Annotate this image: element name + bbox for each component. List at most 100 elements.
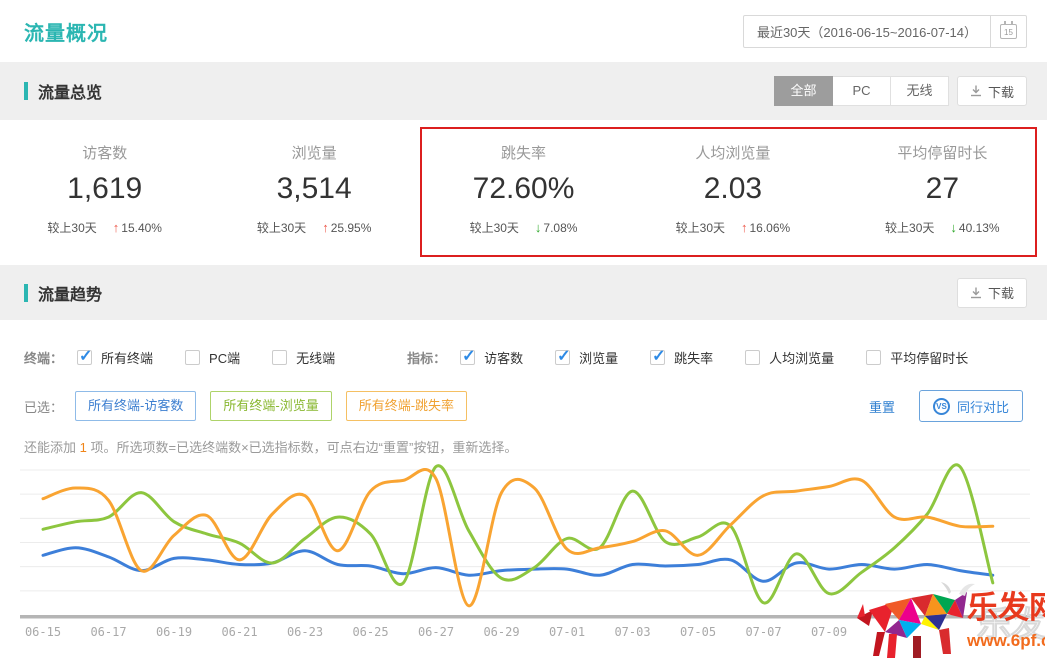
trend-line-chart: 06-15 06-17 06-19 06-21 06-23 06-25 06-27 06-29…: [20, 458, 1030, 658]
tab-wireless[interactable]: 无线: [889, 76, 949, 106]
stat-value: 1,619: [67, 172, 143, 205]
overview-section-title: 流量总览: [24, 79, 102, 103]
stat-label: 人均浏览量: [695, 145, 771, 162]
checkbox-icon[interactable]: [650, 346, 666, 366]
peer-compare-button[interactable]: VS 同行对比: [918, 390, 1023, 422]
checkbox-all-terminals[interactable]: 所有终端: [77, 346, 154, 367]
stat-bounce-rate: 跳失率 72.60% 较上30天 ↓ 7.08%: [419, 120, 628, 265]
overview-download-button[interactable]: 下载: [956, 76, 1027, 106]
overview-section-title-label: 流量总览: [38, 85, 103, 102]
stat-value: 2.03: [703, 172, 763, 205]
download-icon: [970, 287, 981, 298]
calendar-icon: 15: [1000, 20, 1017, 39]
checkbox-label: 浏览量: [579, 350, 619, 366]
checkbox-label: 跳失率: [674, 350, 714, 366]
section-marker: [24, 283, 28, 302]
x-tick-label: 07-01: [549, 625, 585, 639]
x-tick-label: 06-23: [287, 625, 323, 639]
trend-section-title-label: 流量趋势: [38, 286, 103, 304]
x-tick-label: 06-21: [221, 625, 257, 639]
stat-pages-per-visitor: 人均浏览量 2.03 较上30天 ↑ 16.06%: [628, 120, 837, 265]
reset-link[interactable]: 重置: [869, 397, 895, 416]
stat-change: 25.95%: [330, 220, 372, 235]
stat-change: 16.06%: [749, 220, 791, 235]
stat-pageviews: 浏览量 3,514 较上30天 ↑ 25.95%: [209, 120, 418, 265]
stat-visitors: 访客数 1,619 较上30天 ↑ 15.40%: [0, 120, 209, 265]
checkbox-avg-stay-time[interactable]: 平均停留时长: [866, 348, 968, 367]
date-range-label: 最近30天（2016-06-15~2016-07-14）: [756, 24, 977, 40]
checkbox-pc-terminal[interactable]: PC端: [185, 348, 240, 367]
download-icon: [970, 85, 981, 97]
section-marker: [24, 82, 28, 100]
checkbox-label: 无线端: [296, 350, 336, 366]
checkbox-visitors[interactable]: 访客数: [460, 346, 524, 367]
checkbox-label: PC端: [209, 350, 241, 366]
stat-compare-label: 较上30天: [469, 221, 519, 235]
date-range-picker[interactable]: 最近30天（2016-06-15~2016-07-14） 15: [742, 14, 1027, 48]
hint-remaining-count: 1: [79, 440, 87, 455]
chart-canvas: 06-15 06-17 06-19 06-21 06-23 06-25 06-27 06-29…: [20, 463, 1030, 639]
selected-tag-pageviews[interactable]: 所有终端-浏览量: [210, 391, 332, 421]
stat-change: 7.08%: [543, 220, 578, 235]
stat-change: 40.13%: [958, 220, 1000, 235]
trend-section-bar: 流量趋势 下载: [0, 265, 1047, 320]
stat-compare-label: 较上30天: [675, 221, 725, 235]
stat-label: 访客数: [82, 145, 128, 162]
stats-row: 访客数 1,619 较上30天 ↑ 15.40% 浏览量 3,514 较上30天 ↑ 2…: [0, 120, 1047, 265]
tab-pc[interactable]: PC: [831, 76, 891, 106]
checkbox-label: 人均浏览量: [769, 350, 835, 366]
tab-all[interactable]: 全部: [773, 76, 833, 106]
stat-value: 3,514: [276, 172, 352, 205]
x-tick-label: 07-09: [811, 625, 847, 639]
page-header: 流量概况 最近30天（2016-06-15~2016-07-14） 15: [0, 0, 1047, 62]
up-arrow-icon: ↑: [741, 220, 748, 235]
stat-label: 浏览量: [291, 145, 337, 162]
checkbox-icon[interactable]: [77, 346, 92, 366]
checkbox-icon[interactable]: [185, 349, 201, 365]
down-arrow-icon: ↓: [534, 220, 542, 235]
trend-section-title: 流量趋势: [24, 281, 102, 305]
stat-label: 平均停留时长: [897, 145, 988, 162]
trend-download-button[interactable]: 下载: [956, 277, 1027, 308]
stat-label: 跳失率: [501, 145, 547, 162]
checkbox-pageviews[interactable]: 浏览量: [555, 346, 619, 367]
vs-icon: VS: [932, 397, 950, 415]
stat-value: 72.60%: [472, 172, 575, 205]
up-arrow-icon: ↑: [322, 220, 329, 235]
checkbox-icon[interactable]: [272, 349, 288, 365]
x-tick-label: 06-19: [156, 625, 192, 639]
checkbox-icon[interactable]: [460, 346, 476, 366]
download-button-label: 下载: [987, 286, 1014, 301]
filter-row: 终端： 所有终端 PC端 无线端 指标： 访客数 浏览量 跳失率 人均浏览量 平…: [0, 342, 1047, 372]
checkbox-label: 所有终端: [101, 350, 154, 366]
x-tick-label: 07-03: [614, 625, 650, 639]
down-arrow-icon: ↓: [950, 220, 957, 235]
page-title: 流量概况: [24, 22, 108, 45]
terminal-tabs: 全部 PC 无线: [773, 76, 949, 106]
calendar-button[interactable]: 15: [990, 15, 1026, 47]
x-tick-label: 06-27: [418, 625, 454, 639]
x-tick-label: 07-05: [680, 625, 716, 639]
stat-compare-label: 较上30天: [47, 221, 97, 235]
selected-tag-visitors[interactable]: 所有终端-访客数: [75, 391, 197, 421]
stat-compare-label: 较上30天: [256, 221, 307, 235]
checkbox-icon[interactable]: [866, 349, 882, 365]
stat-change: 15.40%: [121, 220, 162, 235]
x-tick-label: 07-07: [745, 625, 781, 639]
peer-compare-label: 同行对比: [956, 399, 1009, 415]
checkbox-icon[interactable]: [555, 346, 571, 366]
stat-value: 27: [925, 172, 960, 205]
stat-avg-stay-time: 平均停留时长 27 较上30天 ↓ 40.13%: [838, 120, 1047, 265]
up-arrow-icon: ↑: [112, 220, 120, 235]
series-line-所有终端-跳失率: [41, 468, 995, 608]
checkbox-icon[interactable]: [745, 349, 761, 365]
selected-label: 已选：: [24, 399, 64, 415]
x-tick-label: 06-29: [483, 625, 519, 639]
selected-tag-bounce-rate[interactable]: 所有终端-跳失率: [345, 391, 468, 421]
checkbox-label: 访客数: [484, 350, 524, 366]
checkbox-wireless-terminal[interactable]: 无线端: [272, 348, 335, 367]
checkbox-pages-per-visitor[interactable]: 人均浏览量: [745, 348, 834, 367]
checkbox-label: 平均停留时长: [890, 350, 969, 366]
checkbox-bounce-rate[interactable]: 跳失率: [650, 346, 714, 367]
metric-group-label: 指标：: [407, 350, 447, 366]
